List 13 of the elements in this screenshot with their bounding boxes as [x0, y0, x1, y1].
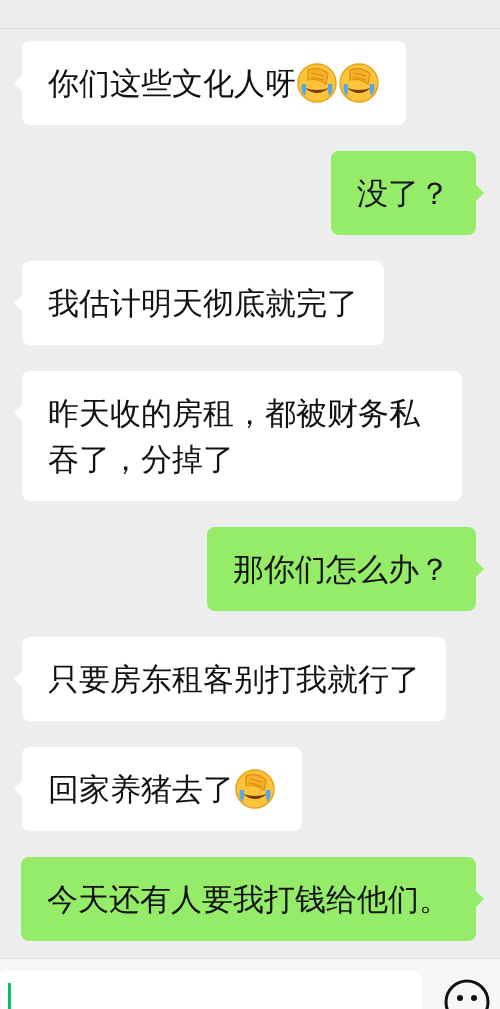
message-text: 今天还有人要我打钱给他们。: [47, 880, 450, 919]
message-text: 你们这些文化人呀: [48, 64, 296, 103]
facepalm-emoji-icon: [338, 62, 380, 104]
message-text: 那你们怎么办？: [233, 550, 450, 589]
message-text: 没了？: [357, 174, 450, 213]
smiley-icon[interactable]: [444, 979, 490, 1009]
input-field[interactable]: [0, 971, 422, 1009]
message-text: 回家养猪去了: [48, 770, 234, 809]
message-text: 昨天收的房租，都被财务私吞了，分掉了: [48, 394, 421, 479]
facepalm-emoji-icon: [234, 768, 276, 810]
facepalm-emoji-icon: [296, 62, 338, 104]
message-text: 只要房东租客别打我就行了: [48, 660, 420, 699]
message-text: 我估计明天彻底就完了: [48, 284, 358, 323]
